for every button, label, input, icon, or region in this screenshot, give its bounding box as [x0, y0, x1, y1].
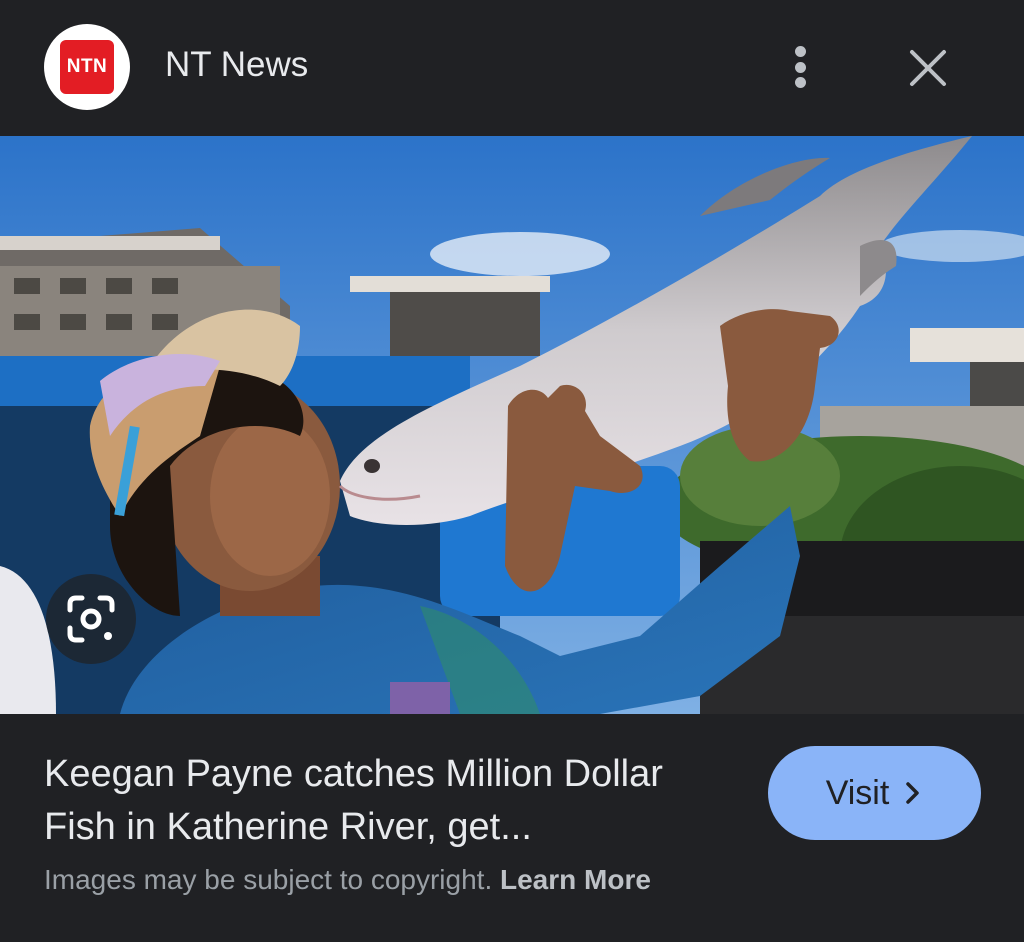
- source-logo[interactable]: NTN: [44, 24, 130, 110]
- close-icon: [910, 50, 946, 86]
- preview-image[interactable]: [0, 136, 1024, 714]
- visit-button[interactable]: Visit: [768, 746, 981, 840]
- chevron-right-icon: [906, 782, 920, 804]
- article-headline[interactable]: Keegan Payne catches Million Dollar Fish…: [44, 748, 744, 854]
- google-lens-button[interactable]: [46, 574, 136, 664]
- close-button[interactable]: [904, 44, 952, 92]
- visit-label: Visit: [825, 773, 890, 812]
- learn-more-link[interactable]: Learn More: [500, 864, 651, 895]
- source-name[interactable]: NT News: [165, 45, 308, 85]
- copyright-text: Images may be subject to copyright.: [44, 864, 493, 895]
- google-lens-icon: [67, 595, 115, 643]
- source-header: NTN NT News: [0, 0, 1024, 136]
- copyright-notice: Images may be subject to copyright. Lear…: [44, 864, 651, 896]
- ntn-logo-mark: NTN: [60, 40, 114, 94]
- fish-photo: [0, 136, 1024, 714]
- more-vert-icon: [794, 46, 806, 57]
- more-options-button[interactable]: [780, 42, 820, 92]
